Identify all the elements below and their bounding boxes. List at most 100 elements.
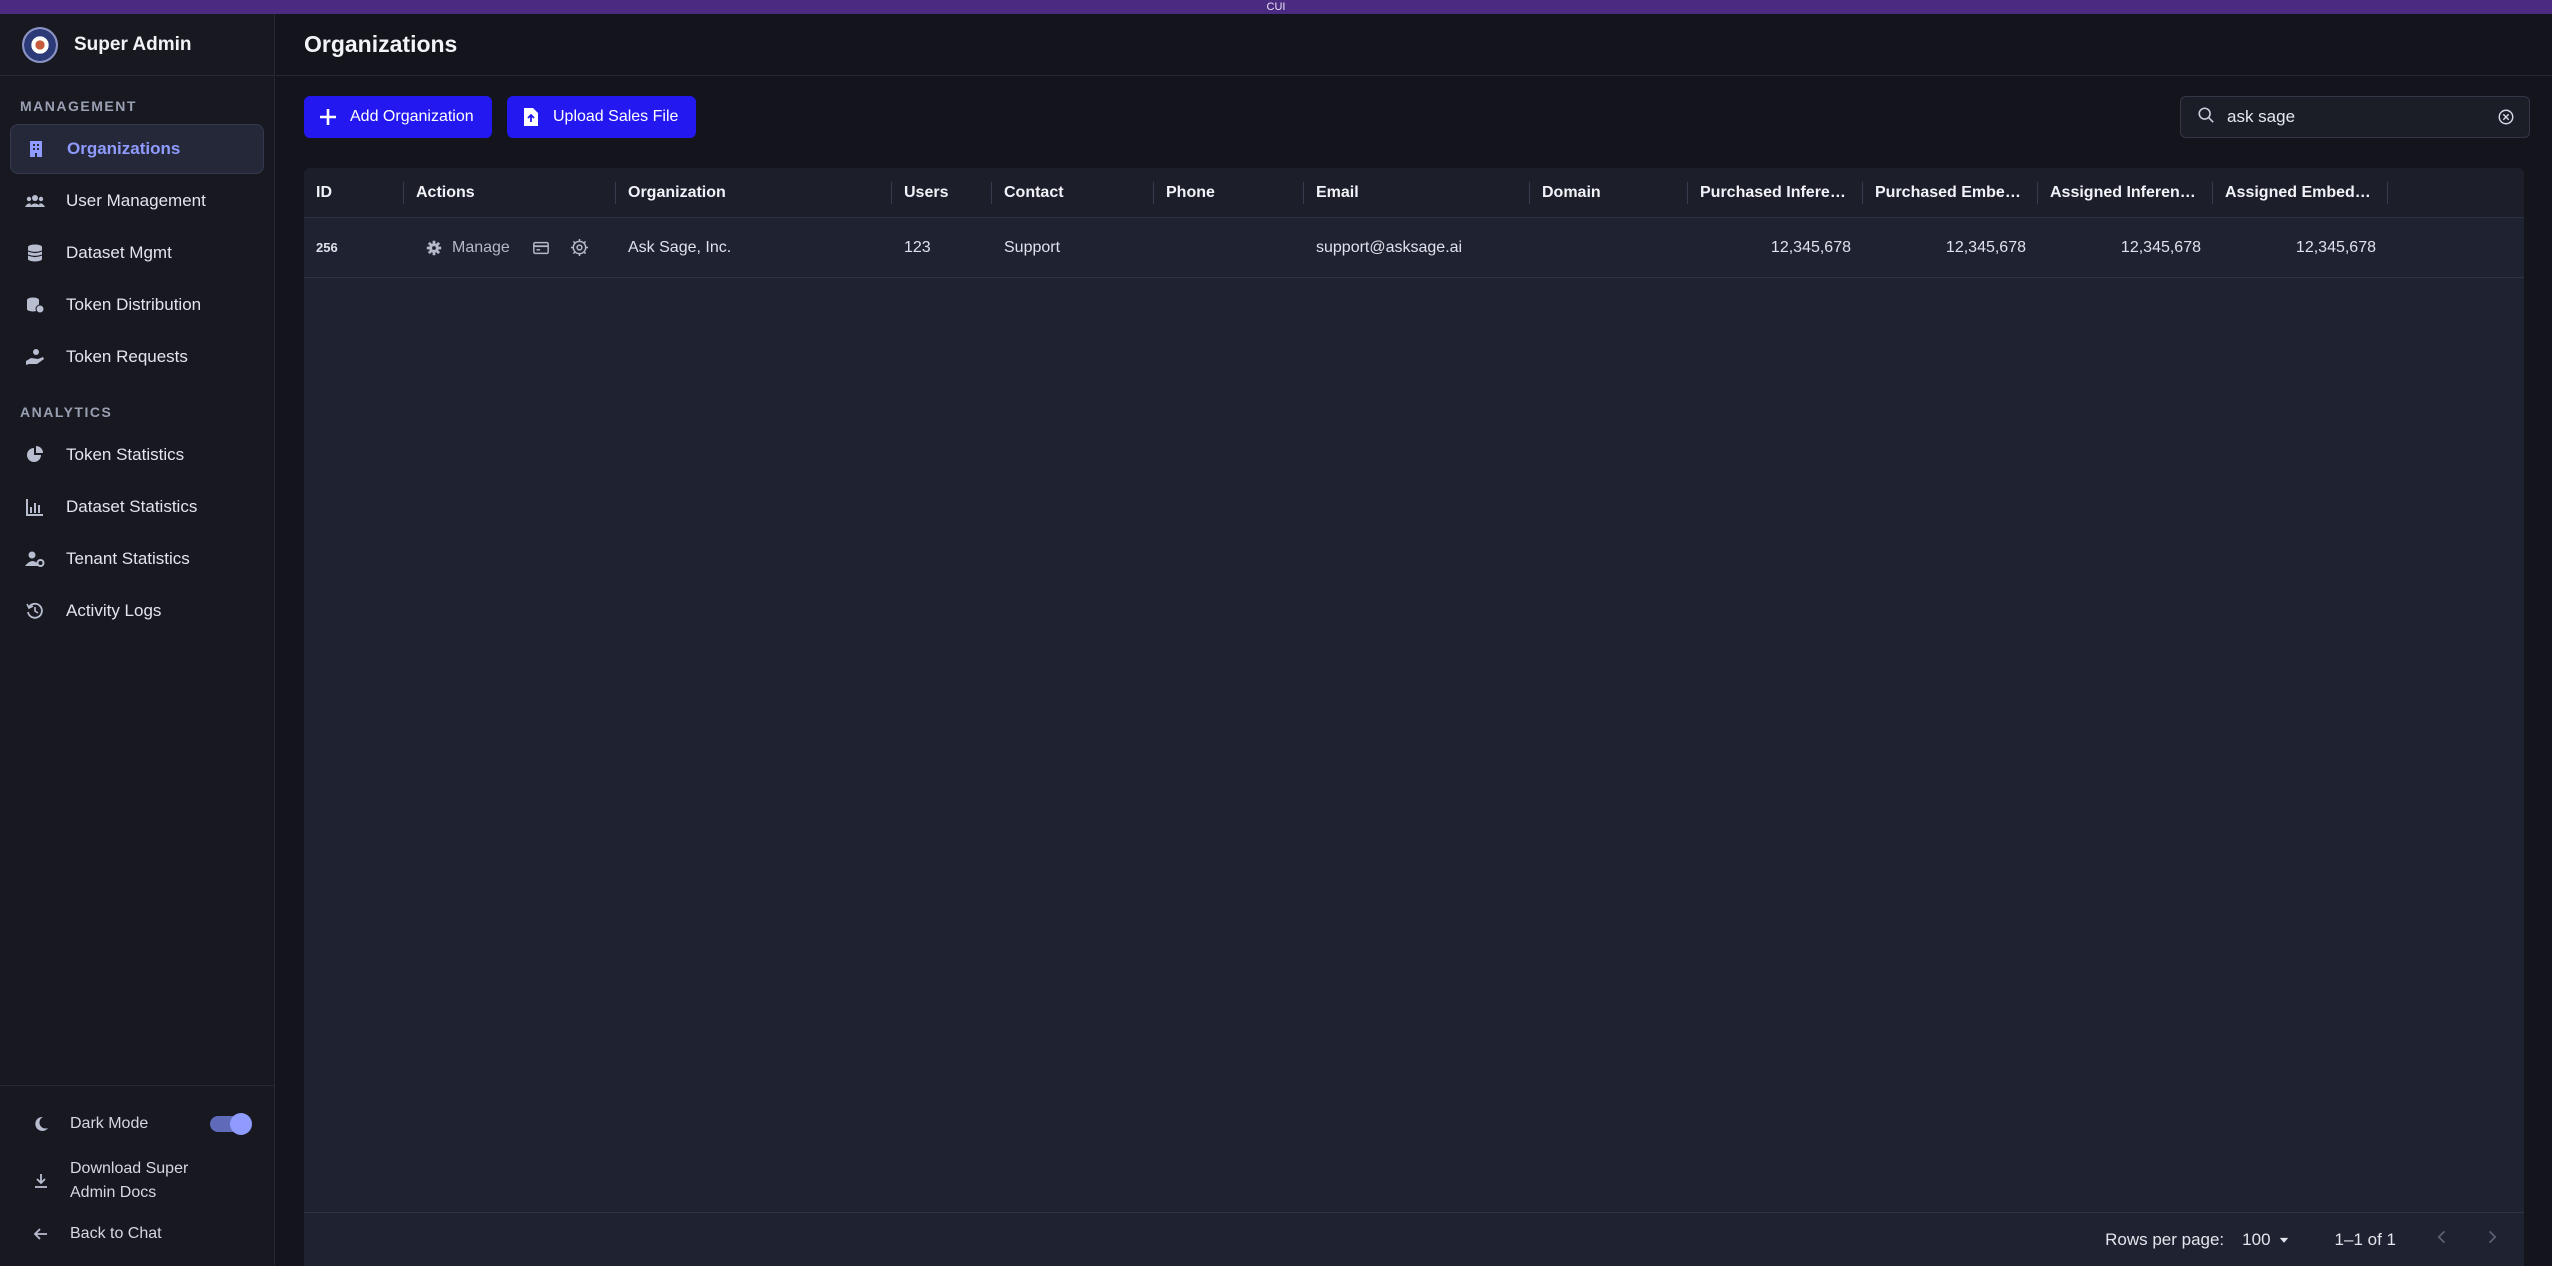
download-icon <box>30 1170 52 1192</box>
table-header: ID Actions Organization Users Contact Ph… <box>304 168 2524 218</box>
column-header-assigned-inference[interactable]: Assigned Inferen… <box>2038 168 2213 218</box>
rows-per-page-value: 100 <box>2242 1229 2271 1249</box>
download-docs-link[interactable]: Download Super Admin Docs <box>0 1152 274 1210</box>
column-header-id[interactable]: ID <box>304 168 404 218</box>
back-to-chat-link[interactable]: Back to Chat <box>0 1210 274 1258</box>
users-icon <box>24 190 46 212</box>
download-docs-line1: Download Super <box>70 1160 189 1177</box>
manage-label: Manage <box>452 238 510 256</box>
cell-email: support@asksage.ai <box>1316 238 1463 256</box>
sidebar-footer: Dark Mode Download Super Admin Docs Back… <box>0 1085 274 1266</box>
section-label-analytics: ANALYTICS <box>20 404 113 420</box>
page-title: Organizations <box>304 31 458 57</box>
user-gear-icon <box>24 548 46 570</box>
sidebar-item-tenant-statistics[interactable]: Tenant Statistics <box>10 534 264 584</box>
pager-controls <box>2434 1229 2500 1250</box>
cell-actions: Manage <box>404 218 616 278</box>
sidebar-brand: Super Admin <box>0 14 274 76</box>
cell-purchased-embedding: 12,345,678 <box>1945 238 2026 256</box>
toggle-knob <box>230 1113 252 1135</box>
coins-icon <box>24 294 46 316</box>
organizations-table: ID Actions Organization Users Contact Ph… <box>304 168 2524 1266</box>
bar-chart-icon <box>24 496 46 518</box>
cell-id: 256 <box>316 239 338 255</box>
sidebar: Super Admin MANAGEMENT Organizations Use… <box>0 14 275 1266</box>
sidebar-item-organizations[interactable]: Organizations <box>10 124 264 174</box>
database-icon <box>24 242 46 264</box>
column-header-assigned-embedding[interactable]: Assigned Embed… <box>2213 168 2388 218</box>
column-header-organization[interactable]: Organization <box>616 168 892 218</box>
sidebar-item-label: Dataset Statistics <box>66 497 198 516</box>
page-header: Organizations <box>276 14 2552 76</box>
billing-card-icon[interactable] <box>532 239 550 257</box>
sidebar-item-label: Dataset Mgmt <box>66 243 172 262</box>
add-organization-button[interactable]: Add Organization <box>304 96 492 138</box>
arrow-left-icon <box>30 1223 52 1245</box>
search-icon <box>2197 106 2215 129</box>
caret-down-icon <box>2279 1237 2288 1243</box>
cell-phone <box>1154 218 1304 278</box>
history-icon <box>24 600 46 622</box>
sidebar-item-token-requests[interactable]: Token Requests <box>10 332 264 382</box>
sidebar-item-label: Tenant Statistics <box>66 549 190 568</box>
previous-page-icon[interactable] <box>2434 1229 2450 1250</box>
clear-search-icon[interactable] <box>2497 108 2515 131</box>
cell-domain <box>1530 218 1688 278</box>
sidebar-item-label: User Management <box>66 191 206 210</box>
sidebar-item-dataset-mgmt[interactable]: Dataset Mgmt <box>10 228 264 278</box>
column-header-purchased-embedding[interactable]: Purchased Embe… <box>1863 168 2038 218</box>
manage-button[interactable]: Manage <box>426 218 510 278</box>
pagination-range: 1–1 of 1 <box>2334 1229 2396 1249</box>
cell-contact: Support <box>1004 238 1061 256</box>
rows-per-page-select[interactable]: 100 <box>2242 1230 2290 1250</box>
toolbar: Add Organization Upload Sales File <box>276 76 2552 158</box>
classification-banner: CUI <box>0 0 2552 14</box>
plus-icon <box>318 106 338 128</box>
next-page-icon[interactable] <box>2484 1229 2500 1250</box>
sidebar-item-token-statistics[interactable]: Token Statistics <box>10 430 264 480</box>
column-header-users[interactable]: Users <box>892 168 992 218</box>
section-label-management: MANAGEMENT <box>20 98 137 114</box>
download-docs-line2: Admin Docs <box>70 1184 157 1201</box>
hand-coin-icon <box>24 346 46 368</box>
search-input[interactable] <box>2227 107 2487 127</box>
column-header-email[interactable]: Email <box>1304 168 1530 218</box>
sidebar-item-label: Activity Logs <box>66 601 162 620</box>
building-icon <box>25 138 47 160</box>
sidebar-item-label: Token Distribution <box>66 295 202 314</box>
sidebar-item-activity-logs[interactable]: Activity Logs <box>10 586 264 636</box>
cell-purchased-inference: 12,345,678 <box>1770 238 1851 256</box>
download-docs-label: Download Super Admin Docs <box>70 1157 188 1205</box>
sidebar-title: Super Admin <box>74 33 192 55</box>
column-header-purchased-inference[interactable]: Purchased Infere… <box>1688 168 1863 218</box>
cell-assigned-embedding: 12,345,678 <box>2295 238 2376 256</box>
cell-organization: Ask Sage, Inc. <box>628 238 732 256</box>
table-pagination: Rows per page: 100 1–1 of 1 <box>304 1212 2524 1266</box>
rows-per-page-label: Rows per page: <box>2105 1229 2225 1249</box>
gear-icon <box>426 240 442 255</box>
upload-sales-file-button[interactable]: Upload Sales File <box>507 96 697 138</box>
column-header-contact[interactable]: Contact <box>992 168 1154 218</box>
upload-sales-file-label: Upload Sales File <box>553 108 679 125</box>
back-to-chat-label: Back to Chat <box>70 1225 162 1242</box>
sidebar-item-token-distribution[interactable]: Token Distribution <box>10 280 264 330</box>
cell-users: 123 <box>904 238 931 256</box>
add-organization-label: Add Organization <box>350 108 474 125</box>
column-header-actions[interactable]: Actions <box>404 168 616 218</box>
table-row[interactable]: 256 Manage Ask Sage, Inc. 123 Support su… <box>304 218 2524 278</box>
search-box <box>2180 96 2530 138</box>
column-header-domain[interactable]: Domain <box>1530 168 1688 218</box>
sidebar-item-user-management[interactable]: User Management <box>10 176 264 226</box>
cell-assigned-inference: 12,345,678 <box>2120 238 2201 256</box>
pie-chart-icon <box>24 444 46 466</box>
main-content: Organizations Add Organization Upload Sa… <box>276 14 2552 1266</box>
dark-mode-row: Dark Mode <box>0 1096 274 1152</box>
column-header-phone[interactable]: Phone <box>1154 168 1304 218</box>
file-upload-icon <box>521 106 541 128</box>
sidebar-item-label: Token Requests <box>66 347 188 366</box>
app-logo <box>22 26 58 63</box>
dark-mode-toggle[interactable] <box>210 1113 252 1135</box>
settings-icon[interactable] <box>570 238 589 257</box>
sidebar-item-label: Organizations <box>67 139 181 158</box>
sidebar-item-dataset-statistics[interactable]: Dataset Statistics <box>10 482 264 532</box>
